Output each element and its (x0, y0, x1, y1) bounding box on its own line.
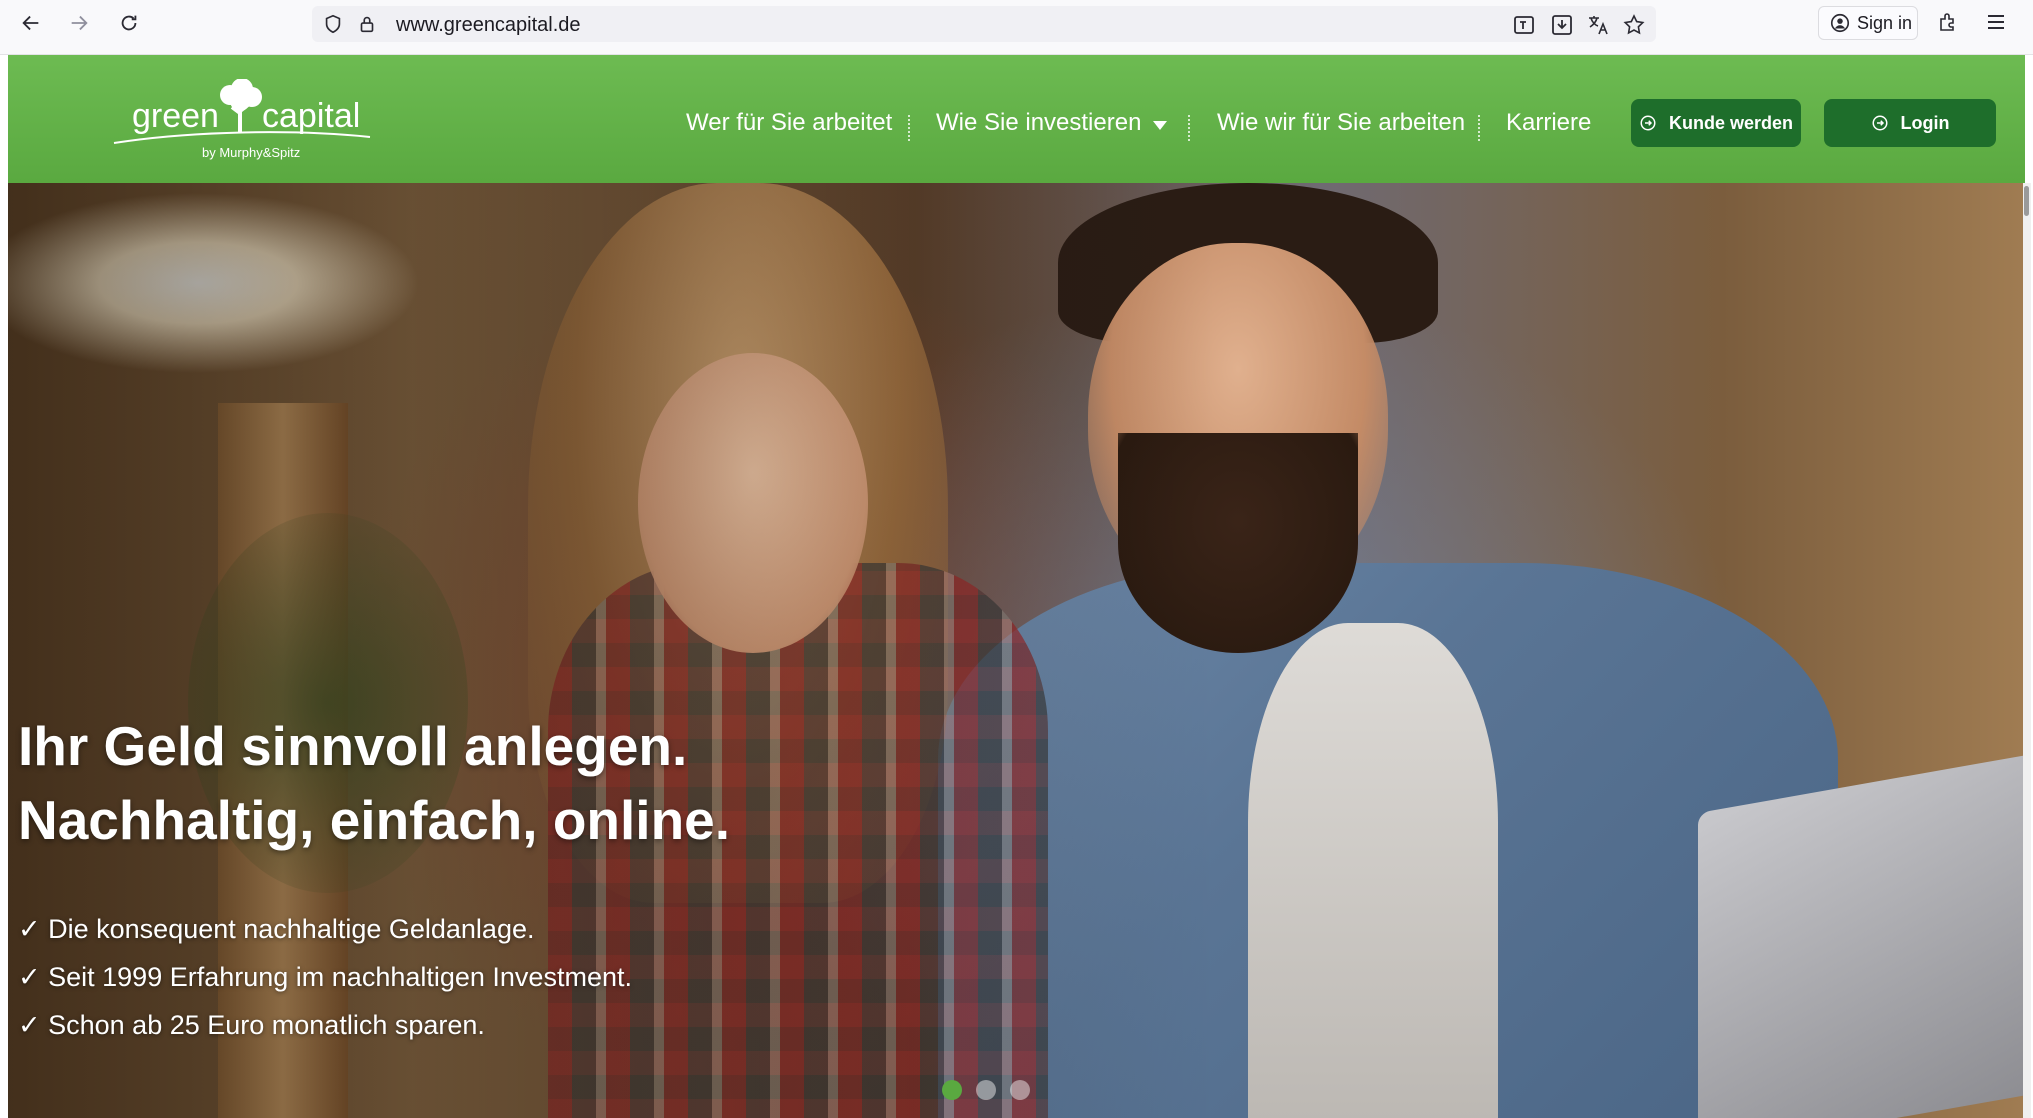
login-button[interactable]: Login (1824, 99, 1996, 147)
headline-line-2: Nachhaltig, einfach, online. (18, 789, 731, 851)
kunde-werden-label: Kunde werden (1668, 112, 1793, 133)
download-page-icon[interactable] (1550, 13, 1574, 37)
hero-section: Ihr Geld sinnvoll anlegen. Nachhaltig, e… (8, 183, 2025, 1118)
site-header: green capital by Murphy&Spitz Wer für Si… (8, 55, 2025, 183)
page-scrollbar[interactable] (2023, 183, 2031, 1118)
logo-swoosh (113, 131, 371, 144)
translate-icon[interactable] (1586, 13, 1610, 37)
reload-icon (121, 15, 137, 31)
benefit-item: ✓ Die konsequent nachhaltige Geldanlage. (18, 914, 535, 944)
hero-benefits-list: ✓ Die konsequent nachhaltige Geldanlage.… (18, 905, 632, 1049)
shield-icon[interactable] (322, 13, 344, 35)
circle-arrow-right-icon (1872, 115, 1887, 131)
url-bar[interactable]: www.greencapital.de (312, 6, 1656, 42)
browser-toolbar: www.greencapital.de Sign in (0, 0, 2033, 55)
nav-separator (1188, 115, 1190, 141)
lock-icon[interactable] (356, 13, 378, 35)
back-button[interactable] (16, 8, 46, 38)
sign-in-button[interactable]: Sign in (1818, 6, 1918, 40)
nav-wer-fuer-sie-arbeitet[interactable]: Wer für Sie arbeitet (686, 109, 892, 137)
arrow-left-icon (22, 15, 39, 31)
nav-wie-wir-fuer-sie-arbeiten[interactable]: Wie wir für Sie arbeiten (1217, 109, 1465, 137)
logo-subline: by Murphy&Spitz (202, 145, 301, 160)
slider-dot-1[interactable] (942, 1080, 962, 1100)
forward-button[interactable] (64, 8, 94, 38)
extensions-icon[interactable] (1935, 10, 1959, 34)
account-icon (1830, 13, 1850, 33)
green-capital-logo[interactable]: green capital by Murphy&Spitz (112, 79, 382, 171)
nav-separator (1478, 115, 1480, 141)
chevron-down-icon[interactable] (1153, 121, 1167, 130)
reload-button[interactable] (114, 8, 144, 38)
login-label: Login (1900, 112, 1950, 133)
page-translate-icon[interactable] (1512, 13, 1536, 37)
kunde-werden-button[interactable]: Kunde werden (1631, 99, 1801, 147)
scrollbar-thumb[interactable] (2024, 186, 2029, 216)
nav-wie-sie-investieren[interactable]: Wie Sie investieren (936, 109, 1141, 137)
slider-dot-3[interactable] (1010, 1080, 1030, 1100)
circle-arrow-right-icon (1640, 115, 1656, 131)
arrow-right-icon (71, 15, 88, 31)
slider-dot-2[interactable] (976, 1080, 996, 1100)
slider-dots (942, 1080, 1030, 1100)
hero-headline: Ihr Geld sinnvoll anlegen. Nachhaltig, e… (18, 709, 730, 857)
sign-in-label: Sign in (1857, 12, 1913, 33)
nav-separator (908, 115, 910, 141)
benefit-item: ✓ Schon ab 25 Euro monatlich sparen. (18, 1010, 485, 1040)
headline-line-1: Ihr Geld sinnvoll anlegen. (18, 715, 688, 777)
benefit-item: ✓ Seit 1999 Erfahrung im nachhaltigen In… (18, 962, 632, 992)
nav-karriere[interactable]: Karriere (1506, 109, 1591, 137)
url-text[interactable]: www.greencapital.de (396, 14, 581, 37)
menu-icon[interactable] (1984, 10, 2008, 34)
bookmark-star-icon[interactable] (1622, 13, 1646, 37)
